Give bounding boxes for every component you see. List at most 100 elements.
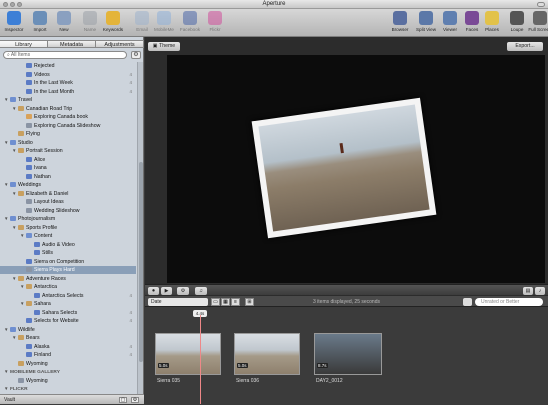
sidebar-item[interactable]: In the Last Month 4 (0, 88, 136, 96)
library-footer: Vault ▢ ⚙ (0, 394, 144, 404)
tab-adjustments[interactable]: Adjustments (95, 40, 144, 48)
sidebar-item[interactable]: Flying (0, 130, 136, 138)
sidebar-item[interactable]: ▼ Wildlife (0, 326, 136, 334)
sidebar-item[interactable]: Sahara Selects 4 (0, 309, 136, 317)
sidebar-item[interactable]: ▼ Antarctica (0, 283, 136, 291)
proj-icon (18, 190, 24, 196)
record-button[interactable]: ⏺ (148, 287, 159, 295)
sidebar-item[interactable]: ▼ Portrait Session (0, 147, 136, 155)
flickr-button[interactable]: Flickr (203, 11, 227, 37)
export-button[interactable]: Export... (507, 42, 543, 51)
music-icon[interactable]: ♪ (535, 287, 545, 295)
inspector-button[interactable]: Inspector (2, 11, 26, 37)
filter-search-input[interactable]: Unrated or Better (475, 298, 543, 306)
sidebar-item[interactable]: ▼ Elizabeth & Daniel (0, 190, 136, 198)
sidebar-item[interactable]: Selects for Website 4 (0, 317, 136, 325)
playhead[interactable] (200, 315, 201, 404)
sidebar-item[interactable]: ▼ Weddings (0, 181, 136, 189)
sidebar-item[interactable]: Wyoming (0, 360, 136, 368)
slideshow-viewer[interactable] (167, 55, 545, 283)
toolbar-button-label: Full Screen (528, 27, 548, 32)
email-button[interactable]: Email (130, 11, 154, 37)
toolbar: Inspector Import New Name Keywords Email Mobil… (0, 9, 548, 37)
vault-status-icon[interactable]: ▢ (119, 397, 127, 403)
browser-button[interactable]: Browser (388, 11, 412, 37)
audio-icon[interactable]: ♫ (195, 287, 207, 295)
sidebar-item[interactable]: Antarctica Selects 4 (0, 292, 136, 300)
full-screen-button[interactable]: Full Screen (528, 11, 548, 37)
show-icon (26, 122, 32, 128)
sidebar-item-label: Sierra on Competition (34, 258, 85, 265)
sidebar-item[interactable]: ▼ Content (0, 232, 136, 240)
facebook-button[interactable]: Facebook (178, 11, 202, 37)
album-icon (26, 71, 32, 77)
library-scrollbar[interactable] (137, 62, 143, 394)
sidebar-item[interactable]: Finland 4 (0, 351, 136, 359)
grid-view-button[interactable]: ▦ (221, 298, 230, 306)
sidebar-item-label: Layout Ideas (34, 199, 64, 205)
sidebar-item[interactable]: ▼ Canadian Road Trip (0, 105, 136, 113)
sidebar-item[interactable]: Wyoming (0, 377, 136, 385)
sidebar-item[interactable]: Sierra on Competition (0, 258, 136, 266)
slide-settings-icon[interactable]: ▤ (523, 287, 533, 295)
places-button[interactable]: Places (480, 11, 504, 37)
sidebar-item[interactable]: Sierra Plays Hard (0, 266, 136, 274)
loupe-button[interactable]: Loupe (505, 11, 529, 37)
theme-button[interactable]: ▣ Theme (148, 42, 180, 51)
sidebar-item[interactable]: Wedding Slideshow (0, 207, 136, 215)
clip-thumbnail[interactable]: 5.0s (155, 333, 221, 375)
sidebar-item[interactable]: Rejected (0, 62, 136, 70)
library-search-placeholder: All Items (10, 52, 31, 58)
sidebar-item[interactable]: Videos 4 (0, 71, 136, 79)
mobileme-button[interactable]: MobileMe (152, 11, 176, 37)
slide-photo[interactable] (251, 97, 437, 239)
places-icon (485, 11, 499, 25)
sort-select[interactable]: Date (148, 298, 208, 306)
library-search-input[interactable]: ⌕ All Items (3, 51, 127, 59)
filter-hud-button[interactable] (463, 298, 472, 306)
sidebar-item[interactable]: Stills (0, 249, 136, 257)
scrollbar-thumb[interactable] (139, 162, 143, 362)
sidebar-item[interactable]: Layout Ideas (0, 198, 136, 206)
sidebar-item[interactable]: In the Last Week 4 (0, 79, 136, 87)
clip-thumbnail[interactable]: 5.0s (234, 333, 300, 375)
sidebar-item[interactable]: Exploring Canada book (0, 113, 136, 121)
keywords-button[interactable]: Keywords (101, 11, 125, 37)
vault-gear-icon[interactable]: ⚙ (131, 397, 139, 403)
sidebar-item[interactable]: ▼ Sahara (0, 300, 136, 308)
sidebar-item[interactable]: ▼ Bears (0, 334, 136, 342)
sidebar-item-label: Antarctica (34, 284, 58, 290)
new-button[interactable]: New (52, 11, 76, 37)
clip-duration: 5.0s (158, 363, 169, 368)
sidebar-item[interactable]: ▼ FLICKR (0, 385, 136, 393)
tab-library[interactable]: Library (0, 40, 48, 48)
sidebar-item[interactable]: Nathan (0, 173, 136, 181)
beach-photo (258, 104, 430, 232)
import-button[interactable]: Import (28, 11, 52, 37)
filmstrip-view-button[interactable]: ▭ (211, 298, 220, 306)
play-button[interactable]: ▶ (161, 287, 172, 295)
sidebar-item[interactable]: Ivana (0, 164, 136, 172)
sidebar-item[interactable]: ▼ Adventure Races (0, 275, 136, 283)
viewer-button[interactable]: Viewer (438, 11, 462, 37)
sidebar-item[interactable]: Exploring Canada Slideshow (0, 122, 136, 130)
tab-metadata[interactable]: Metadata (47, 40, 96, 48)
sidebar-item[interactable]: ▼ MOBILEME GALLERY (0, 368, 136, 376)
list-view-button[interactable]: ≡ (231, 298, 240, 306)
sidebar-item[interactable]: ▼ Studio (0, 139, 136, 147)
sidebar-item[interactable]: ▼ Travel (0, 96, 136, 104)
sidebar-item[interactable]: Alice (0, 156, 136, 164)
name-button[interactable]: Name (78, 11, 102, 37)
gear-icon[interactable]: ⚙ (131, 51, 141, 59)
viewer-icon (443, 11, 457, 25)
sidebar-item[interactable]: ▼ Photojournalism (0, 215, 136, 223)
split-view-button[interactable]: Split View (414, 11, 438, 37)
toolbar-toggle-button[interactable] (537, 2, 545, 7)
zoom-view-button[interactable]: ⊞ (245, 298, 254, 306)
sidebar-item-label: Wyoming (26, 377, 48, 384)
gear-icon[interactable]: ⚙ (177, 287, 189, 295)
sidebar-item[interactable]: Audio & Video (0, 241, 136, 249)
sidebar-item[interactable]: Alaska 4 (0, 343, 136, 351)
clip-thumbnail[interactable]: 8.7s (314, 333, 382, 375)
sidebar-item[interactable]: ▼ Sports Profile (0, 224, 136, 232)
